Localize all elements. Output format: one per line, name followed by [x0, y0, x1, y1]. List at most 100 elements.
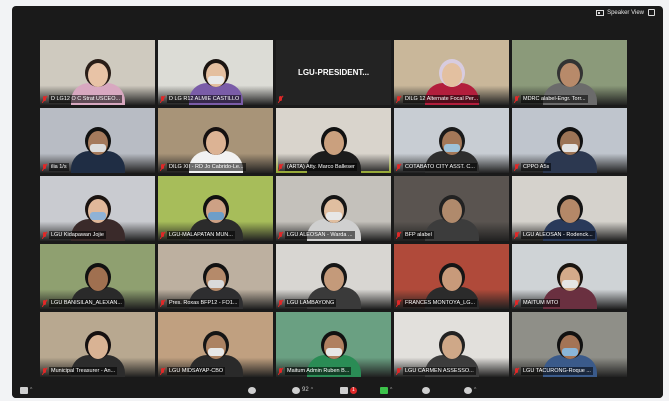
participant-face — [323, 131, 344, 155]
face-mask — [207, 212, 224, 220]
participant-face — [441, 199, 462, 223]
microphone-muted-icon — [278, 163, 283, 171]
speaker-view-label: Speaker View — [607, 9, 644, 16]
participant-name-label: LGU TACURONG-Roque ... — [514, 367, 625, 375]
participant-name: MDRC alabel-Engr. Torr... — [521, 95, 588, 103]
speaker-view-button[interactable]: Speaker View — [596, 9, 644, 16]
participant-name: LGU TACURONG-Roque ... — [521, 367, 593, 375]
face-mask — [207, 280, 224, 288]
participants-button[interactable]: 92 ^ — [292, 385, 313, 395]
participant-name-label: ilia 1/s — [42, 163, 153, 171]
participant-tile[interactable]: MDRC alabel-Engr. Torr... — [512, 40, 627, 105]
participant-tile[interactable]: Maitum Admin Ruben B... — [276, 312, 391, 377]
participant-name-label: LGU LAMBAYONG — [278, 299, 389, 307]
top-bar: Speaker View — [596, 9, 655, 16]
participant-name-label: Maitum Admin Ruben B... — [278, 367, 389, 375]
participant-tile[interactable]: LGU TACURONG-Roque ... — [512, 312, 627, 377]
participant-name: MAITUM MTO — [521, 299, 561, 307]
participant-name: LGU CARMEN ASSESSO... — [403, 367, 476, 375]
participant-tile[interactable]: LGU ALEOSAN - Rodenck... — [512, 176, 627, 241]
microphone-muted-icon — [514, 95, 519, 103]
microphone-muted-icon — [396, 95, 401, 103]
microphone-muted-icon — [42, 231, 47, 239]
reactions-button[interactable]: ^ — [464, 385, 476, 395]
speaker-view-icon — [596, 9, 605, 16]
participant-name: LGU LAMBAYONG — [285, 299, 337, 307]
participant-name: LGU ALEOSAN - Warda ... — [285, 231, 355, 239]
face-mask — [207, 348, 224, 356]
participant-tile[interactable]: D LG R12 ALMIE CASTILLO — [158, 40, 273, 105]
participant-tile[interactable]: LGU-MALAPATAN MUN... — [158, 176, 273, 241]
participant-tile[interactable]: LGU ALEOSAN - Warda ... — [276, 176, 391, 241]
face-mask — [443, 144, 460, 152]
participant-tile[interactable]: ilia 1/s — [40, 108, 155, 173]
microphone-muted-icon — [396, 231, 401, 239]
participant-name: DILG 12 Alternate Focal Per... — [403, 95, 481, 103]
participant-name: D LG12 O C Strat USCEO... — [49, 95, 123, 103]
microphone-muted-icon — [278, 231, 283, 239]
microphone-muted-icon — [42, 95, 47, 103]
fullscreen-icon[interactable] — [648, 9, 655, 16]
participant-tile[interactable]: LGU BANISILAN_ALEXAN... — [40, 244, 155, 309]
participant-tile[interactable]: MAITUM MTO — [512, 244, 627, 309]
chat-icon — [340, 386, 348, 394]
participant-name-label: FRANCES MONTOYA_LG... — [396, 299, 507, 307]
security-button[interactable] — [248, 385, 256, 395]
record-button[interactable] — [422, 385, 430, 395]
participant-tile[interactable]: LGU LAMBAYONG — [276, 244, 391, 309]
participant-face — [441, 335, 462, 359]
chevron-up-icon: ^ — [30, 387, 33, 393]
participant-grid: D LG12 O C Strat USCEO... D LG R12 ALMIE … — [40, 40, 627, 377]
participant-tile[interactable]: LGU-PRESIDENT... — [276, 40, 391, 105]
participant-name-label: COTABATO CITY ASST. C... — [396, 163, 507, 171]
participant-name: LGU Kidapawan Jojie — [49, 231, 106, 239]
participant-name: COTABATO CITY ASST. C... — [403, 163, 477, 171]
participant-tile[interactable]: LGU CARMEN ASSESSO... — [394, 312, 509, 377]
participant-name-label: MAITUM MTO — [514, 299, 625, 307]
participant-face — [559, 63, 580, 87]
microphone-muted-icon — [42, 163, 47, 171]
participant-tile[interactable]: CPPO A5s — [512, 108, 627, 173]
meeting-toolbar: ^ 92 ^ 1 ^ ^ — [12, 382, 663, 398]
participant-tile[interactable]: FRANCES MONTOYA_LG... — [394, 244, 509, 309]
microphone-muted-icon — [278, 367, 283, 375]
participant-name: Pres. Roxas BFP12 - FO1... — [167, 299, 240, 307]
chat-badge: 1 — [350, 386, 357, 394]
participant-name: ilia 1/s — [49, 163, 69, 171]
share-screen-button[interactable]: ^ — [380, 385, 392, 395]
participant-face — [323, 267, 344, 291]
participant-name: Maitum Admin Ruben B... — [285, 367, 352, 375]
participant-tile[interactable]: D LG12 O C Strat USCEO... — [40, 40, 155, 105]
face-mask — [89, 212, 106, 220]
participant-name-label: DILG 12 Alternate Focal Per... — [396, 95, 507, 103]
microphone-muted-icon — [514, 231, 519, 239]
participant-tile[interactable]: DILG XII - RD Jo Cabrido-Le... — [158, 108, 273, 173]
chevron-up-icon: ^ — [474, 387, 477, 393]
participant-name-label — [278, 95, 389, 103]
participant-tile[interactable]: BFP alabel — [394, 176, 509, 241]
microphone-muted-icon — [514, 163, 519, 171]
participant-tile[interactable]: DILG 12 Alternate Focal Per... — [394, 40, 509, 105]
participants-icon — [292, 386, 300, 394]
participant-name: FRANCES MONTOYA_LG... — [403, 299, 478, 307]
chevron-up-icon: ^ — [390, 387, 393, 393]
participant-tile[interactable]: COTABATO CITY ASST. C... — [394, 108, 509, 173]
mute-button[interactable]: ^ — [20, 385, 32, 395]
participant-tile[interactable]: LGU MIDSAYAP-CBO — [158, 312, 273, 377]
chat-button[interactable]: 1 — [340, 385, 357, 395]
microphone-muted-icon — [396, 367, 401, 375]
participant-face — [87, 63, 108, 87]
participant-tile[interactable]: (ARTA) Atty. Marco Balleser — [276, 108, 391, 173]
participant-name: LGU BANISILAN_ALEXAN... — [49, 299, 124, 307]
face-mask — [561, 348, 578, 356]
participant-name-label: Municipal Treasurer - An... — [42, 367, 153, 375]
meeting-window: Speaker View D LG12 O C Strat USCEO... D … — [12, 6, 663, 398]
participant-tile[interactable]: LGU Kidapawan Jojie — [40, 176, 155, 241]
microphone-muted-icon — [160, 95, 165, 103]
participant-tile[interactable]: Municipal Treasurer - An... — [40, 312, 155, 377]
participant-tile[interactable]: Pres. Roxas BFP12 - FO1... — [158, 244, 273, 309]
participant-name-label: Pres. Roxas BFP12 - FO1... — [160, 299, 271, 307]
participant-count: 92 — [302, 387, 309, 393]
chevron-up-icon: ^ — [310, 387, 314, 393]
participant-name-label: LGU MIDSAYAP-CBO — [160, 367, 271, 375]
